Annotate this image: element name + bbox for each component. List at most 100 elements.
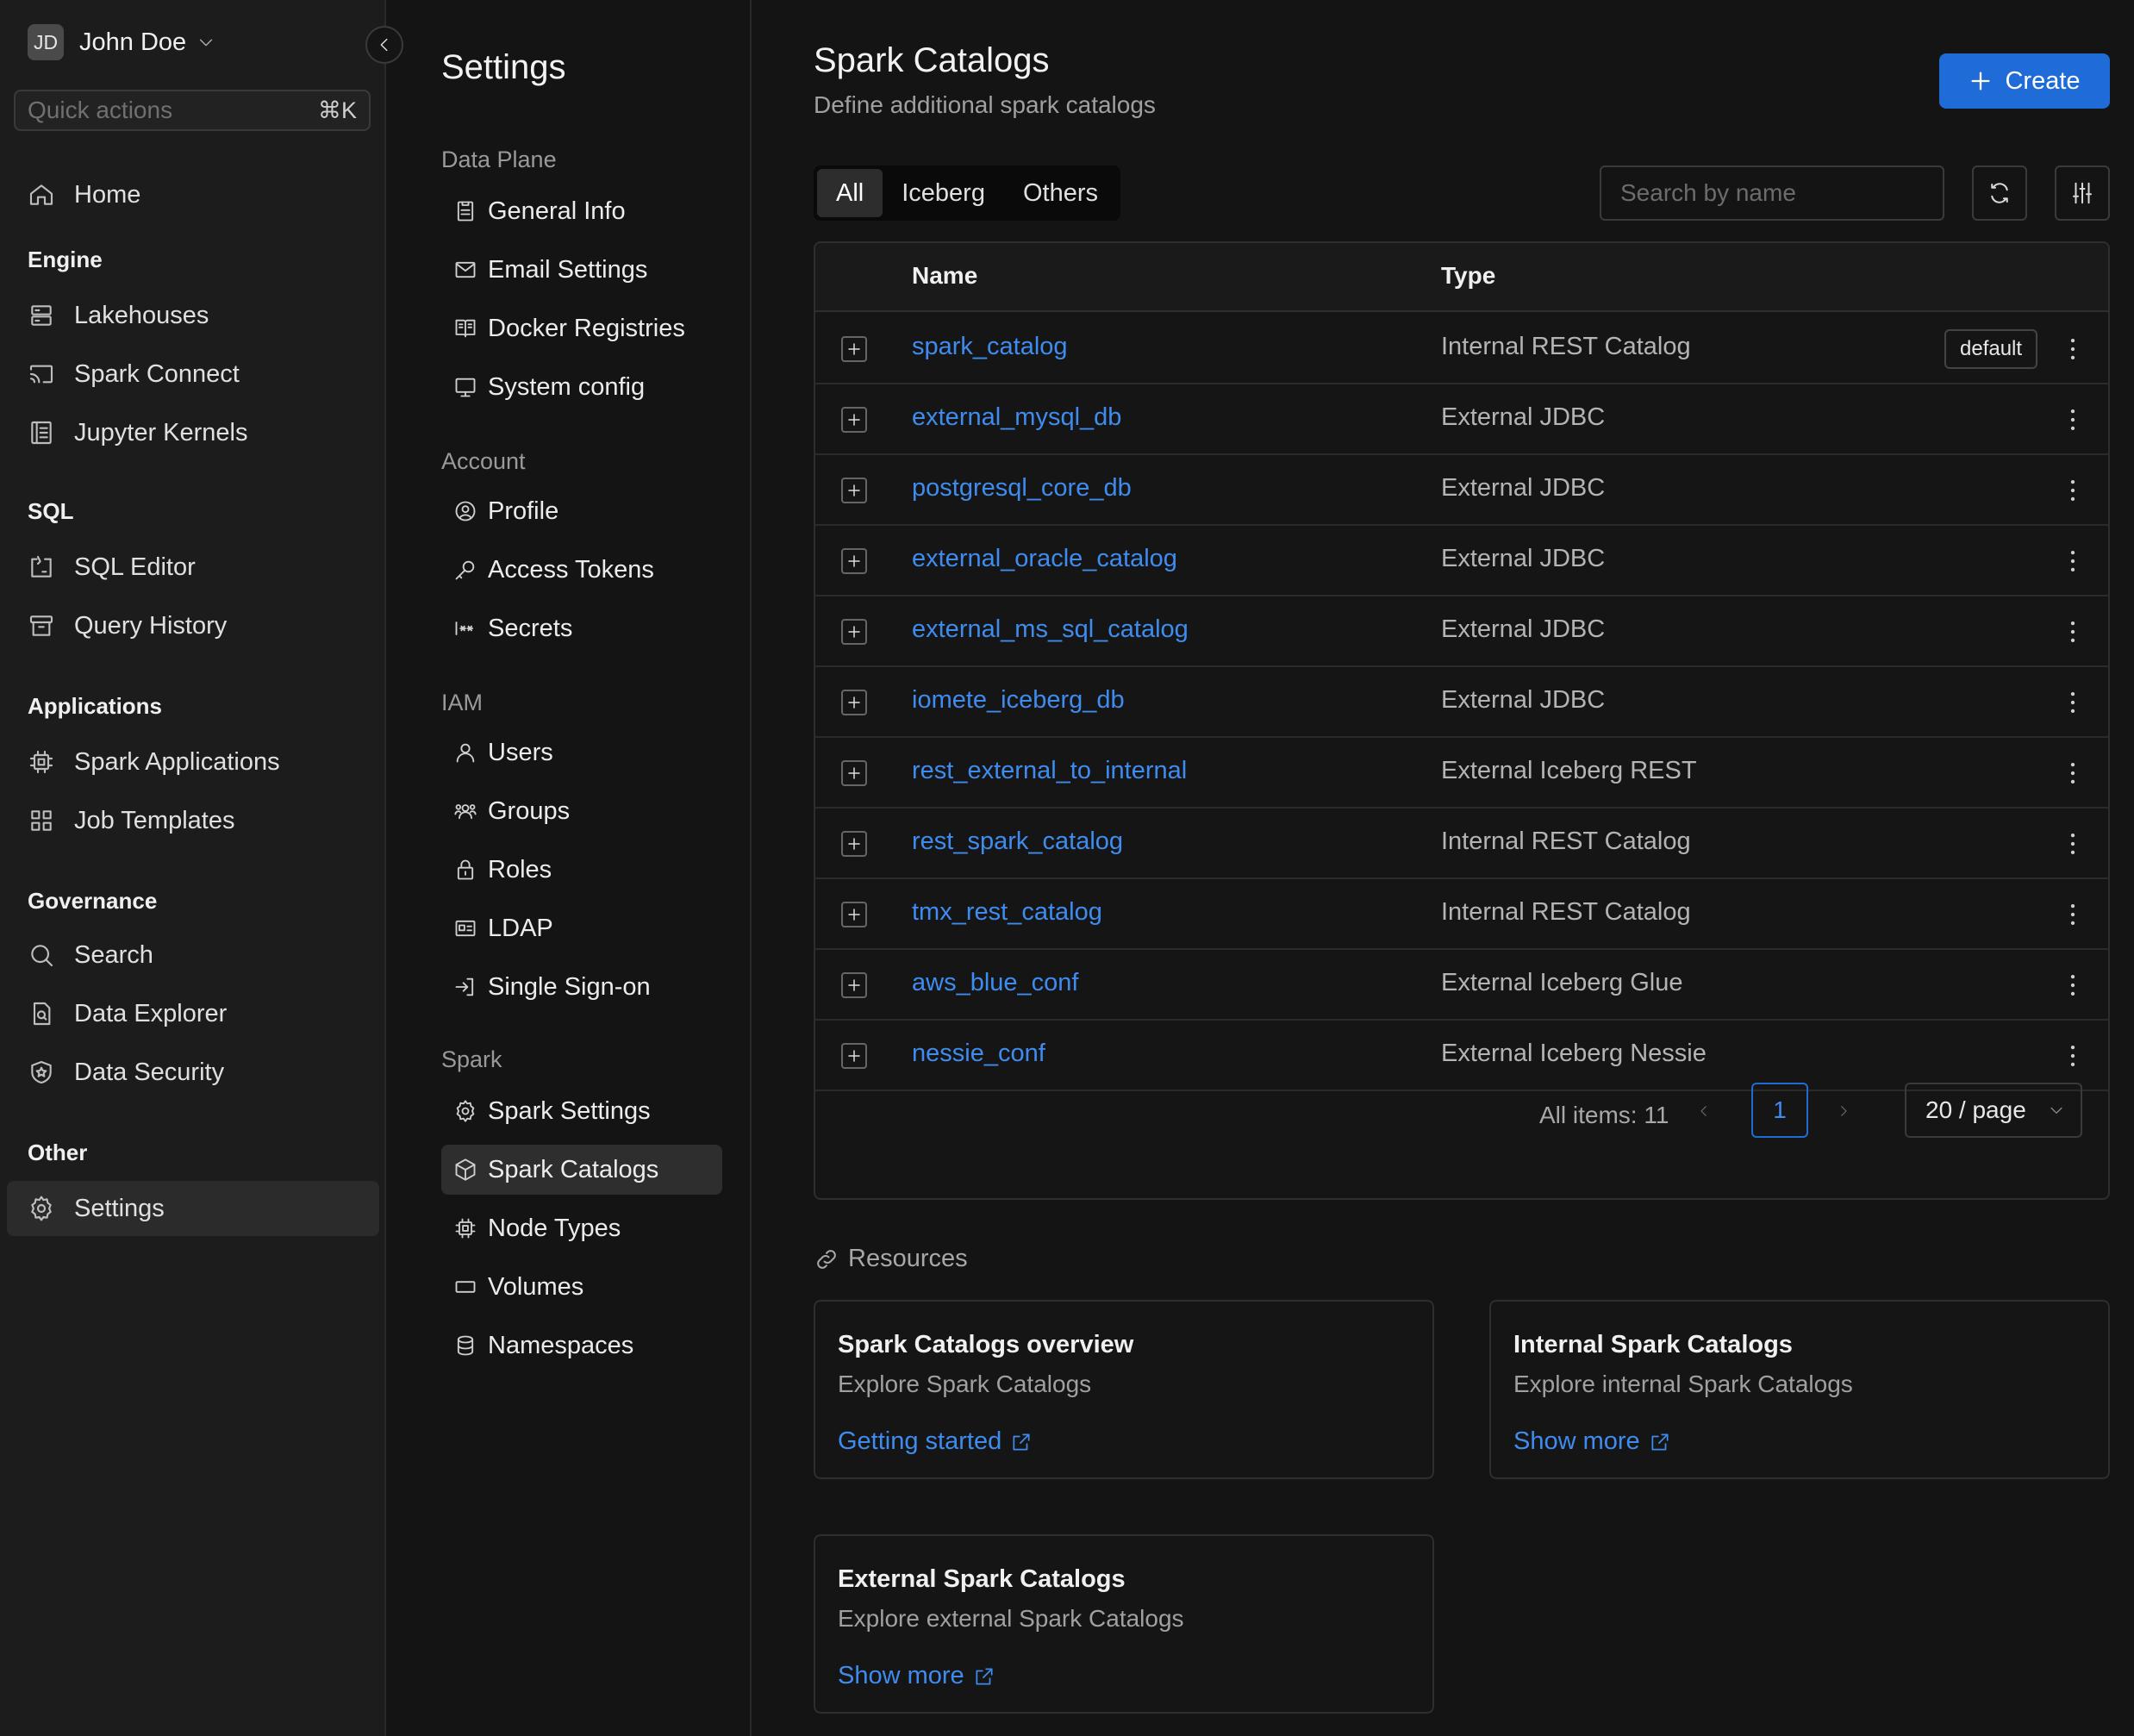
resource-card-link[interactable]: Getting started — [838, 1427, 1033, 1456]
resource-card-subtitle: Explore internal Spark Catalogs — [1513, 1371, 1853, 1397]
nav-spark-applications[interactable]: Spark Applications — [7, 734, 379, 790]
chevron-down-icon — [2048, 1102, 2065, 1119]
more-vertical-icon[interactable] — [2058, 971, 2087, 1000]
expand-row-button[interactable] — [841, 831, 867, 857]
table-row[interactable]: iomete_iceberg_db External JDBC — [815, 667, 2108, 738]
settings-item-spark-settings[interactable]: Spark Settings — [441, 1086, 722, 1136]
database-icon — [453, 1333, 477, 1358]
table-row[interactable]: external_mysql_db External JDBC — [815, 384, 2108, 455]
expand-row-button[interactable] — [841, 407, 867, 433]
nav-label: Spark Connect — [74, 359, 240, 388]
table-row[interactable]: postgresql_core_db External JDBC — [815, 455, 2108, 526]
refresh-button[interactable] — [1972, 165, 2027, 221]
table-row[interactable]: aws_blue_conf External Iceberg Glue — [815, 950, 2108, 1021]
settings-item-roles[interactable]: Roles — [441, 845, 722, 895]
settings-item-volumes[interactable]: Volumes — [441, 1262, 722, 1312]
table-row[interactable]: rest_external_to_internal External Iceber… — [815, 738, 2108, 809]
table-row[interactable]: rest_spark_catalog Internal REST Catalog — [815, 809, 2108, 879]
settings-item-users[interactable]: Users — [441, 727, 722, 777]
settings-item-secrets[interactable]: Secrets — [441, 603, 722, 653]
catalog-name-link[interactable]: tmx_rest_catalog — [912, 898, 1102, 927]
expand-row-button[interactable] — [841, 690, 867, 715]
more-vertical-icon[interactable] — [2058, 617, 2087, 646]
nav-jupyter-kernels[interactable]: Jupyter Kernels — [7, 405, 379, 460]
plus-icon — [1969, 69, 1993, 93]
settings-item-ldap[interactable]: LDAP — [441, 903, 722, 953]
more-vertical-icon[interactable] — [2058, 546, 2087, 576]
nav-spark-connect[interactable]: Spark Connect — [7, 347, 379, 402]
settings-item-general-info[interactable]: General Info — [441, 186, 722, 236]
expand-row-button[interactable] — [841, 760, 867, 786]
table-row[interactable]: external_ms_sql_catalog External JDBC — [815, 596, 2108, 667]
settings-item-access-tokens[interactable]: Access Tokens — [441, 545, 722, 595]
more-vertical-icon[interactable] — [2058, 688, 2087, 717]
expand-row-button[interactable] — [841, 478, 867, 503]
settings-item-spark-catalogs[interactable]: Spark Catalogs — [441, 1145, 722, 1195]
catalog-name-link[interactable]: spark_catalog — [912, 333, 1068, 361]
prev-page-button[interactable] — [1696, 1103, 1712, 1119]
catalog-name-link[interactable]: rest_spark_catalog — [912, 827, 1123, 856]
catalog-name-link[interactable]: external_oracle_catalog — [912, 545, 1177, 573]
table-row[interactable]: nessie_conf External Iceberg Nessie — [815, 1021, 2108, 1091]
expand-row-button[interactable] — [841, 902, 867, 927]
more-vertical-icon[interactable] — [2058, 900, 2087, 929]
expand-row-button[interactable] — [841, 619, 867, 645]
nav-data-security[interactable]: Data Security — [7, 1045, 379, 1100]
settings-item-system-config[interactable]: System config — [441, 362, 722, 412]
settings-item-namespaces[interactable]: Namespaces — [441, 1321, 722, 1371]
create-button[interactable]: Create — [1939, 53, 2110, 109]
settings-item-profile[interactable]: Profile — [441, 486, 722, 536]
catalog-name-link[interactable]: postgresql_core_db — [912, 474, 1132, 503]
tab-others[interactable]: Others — [1004, 169, 1117, 217]
catalog-name-link[interactable]: rest_external_to_internal — [912, 757, 1187, 785]
more-vertical-icon[interactable] — [2058, 405, 2087, 434]
table-row[interactable]: external_oracle_catalog External JDBC — [815, 526, 2108, 596]
expand-row-button[interactable] — [841, 548, 867, 574]
next-page-button[interactable] — [1836, 1103, 1851, 1119]
tab-all[interactable]: All — [817, 169, 883, 217]
more-vertical-icon[interactable] — [2058, 829, 2087, 859]
quick-actions-input[interactable]: Quick actions ⌘K — [14, 90, 371, 131]
settings-item-groups[interactable]: Groups — [441, 786, 722, 836]
nav-job-templates[interactable]: Job Templates — [7, 793, 379, 848]
more-vertical-icon[interactable] — [2058, 759, 2087, 788]
settings-item-docker-registries[interactable]: Docker Registries — [441, 303, 722, 353]
tab-iceberg[interactable]: Iceberg — [883, 169, 1004, 217]
nav-settings[interactable]: Settings — [7, 1181, 379, 1236]
table-row[interactable]: tmx_rest_catalog Internal REST Catalog — [815, 879, 2108, 950]
collapse-sidebar-button[interactable] — [365, 26, 403, 64]
more-vertical-icon[interactable] — [2058, 334, 2087, 364]
catalog-name-link[interactable]: iomete_iceberg_db — [912, 686, 1125, 715]
more-vertical-icon[interactable] — [2058, 1041, 2087, 1071]
nav-home[interactable]: Home — [7, 167, 379, 222]
nav-sql-editor[interactable]: SQL Editor — [7, 540, 379, 595]
settings-item-label: Roles — [488, 855, 552, 884]
expand-row-button[interactable] — [841, 972, 867, 998]
settings-item-email-settings[interactable]: Email Settings — [441, 245, 722, 295]
nav-data-explorer[interactable]: Data Explorer — [7, 986, 379, 1041]
resource-card-link[interactable]: Show more — [838, 1662, 995, 1690]
page-number-button[interactable]: 1 — [1751, 1083, 1808, 1138]
more-vertical-icon[interactable] — [2058, 476, 2087, 505]
total-items: All items: 11 — [1539, 1102, 1669, 1128]
search-input[interactable] — [1600, 165, 1944, 221]
nav-query-history[interactable]: Query History — [7, 598, 379, 653]
expand-row-button[interactable] — [841, 336, 867, 362]
catalog-name-link[interactable]: nessie_conf — [912, 1040, 1045, 1068]
settings-item-label: Spark Catalogs — [488, 1155, 659, 1183]
expand-row-button[interactable] — [841, 1043, 867, 1069]
table-row[interactable]: spark_catalog Internal REST Catalog defaul… — [815, 314, 2108, 384]
section-title-engine: Engine — [28, 247, 103, 272]
page-size-select[interactable]: 20 / page — [1905, 1083, 2082, 1138]
column-settings-button[interactable] — [2055, 165, 2110, 221]
nav-lakehouses[interactable]: Lakehouses — [7, 288, 379, 343]
resource-card-link[interactable]: Show more — [1513, 1427, 1671, 1456]
user-menu[interactable]: JD John Doe — [28, 24, 215, 60]
catalog-name-link[interactable]: external_ms_sql_catalog — [912, 615, 1189, 644]
settings-item-single-sign-on[interactable]: Single Sign-on — [441, 962, 722, 1012]
settings-item-node-types[interactable]: Node Types — [441, 1203, 722, 1253]
nav-label: Spark Applications — [74, 747, 280, 776]
catalog-name-link[interactable]: external_mysql_db — [912, 403, 1121, 432]
nav-search[interactable]: Search — [7, 927, 379, 983]
catalog-name-link[interactable]: aws_blue_conf — [912, 969, 1078, 997]
